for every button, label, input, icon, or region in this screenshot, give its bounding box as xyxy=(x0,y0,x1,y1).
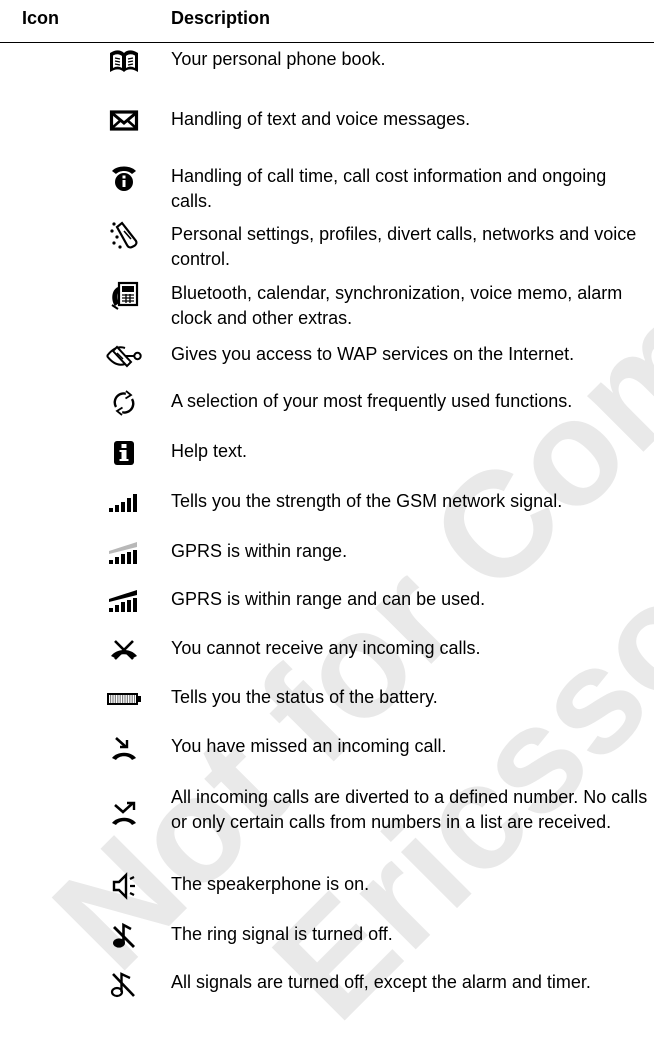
table-row: All signals are turned off, except the a… xyxy=(0,966,654,1026)
table-row: The ring signal is turned off. xyxy=(0,918,654,964)
extras-calendar-icon xyxy=(104,277,144,313)
row-description: Personal settings, profiles, divert call… xyxy=(171,224,637,269)
phonebook-icon xyxy=(104,43,144,79)
row-description: GPRS is within range and can be used. xyxy=(171,589,486,609)
divert-calls-icon xyxy=(104,795,144,831)
table-row: A selection of your most frequently used… xyxy=(0,385,654,431)
speakerphone-icon xyxy=(104,868,144,904)
row-description: Bluetooth, calendar, synchronization, vo… xyxy=(171,283,623,328)
row-description: Your personal phone book. xyxy=(171,49,386,69)
table-row: The speakerphone is on. xyxy=(0,868,654,914)
row-description: You have missed an incoming call. xyxy=(171,736,447,756)
messages-envelope-icon xyxy=(104,103,144,139)
row-description: Handling of call time, call cost informa… xyxy=(171,166,607,211)
gprs-usable-icon xyxy=(104,583,144,619)
row-description: GPRS is within range. xyxy=(171,541,348,561)
table-row: Handling of call time, call cost informa… xyxy=(0,160,654,216)
row-description: Tells you the status of the battery. xyxy=(171,687,438,707)
table-row: Your personal phone book. xyxy=(0,43,654,89)
table-row: You have missed an incoming call. xyxy=(0,730,654,776)
row-description: The speakerphone is on. xyxy=(171,874,370,894)
row-description: Gives you access to WAP services on the … xyxy=(171,344,575,364)
ring-off-icon xyxy=(104,918,144,954)
row-description: Handling of text and voice messages. xyxy=(171,109,471,129)
table-row: Tells you the status of the battery. xyxy=(0,681,654,727)
gprs-in-range-icon xyxy=(104,535,144,571)
wap-internet-icon xyxy=(104,338,144,374)
table-header: Icon Description xyxy=(0,0,654,43)
table-row: Personal settings, profiles, divert call… xyxy=(0,218,654,274)
battery-icon xyxy=(104,681,144,717)
header-description-label: Description xyxy=(171,8,271,28)
table-row: GPRS is within range. xyxy=(0,535,654,581)
settings-phone-icon xyxy=(104,218,144,254)
row-description: Help text. xyxy=(171,441,248,461)
row-description: All incoming calls are diverted to a def… xyxy=(171,787,648,832)
table-row: Bluetooth, calendar, synchronization, vo… xyxy=(0,277,654,333)
shortcuts-arrows-icon xyxy=(104,385,144,421)
row-description: A selection of your most frequently used… xyxy=(171,391,573,411)
table-row: Tells you the strength of the GSM networ… xyxy=(0,485,654,531)
row-description: The ring signal is turned off. xyxy=(171,924,393,944)
signal-strength-icon xyxy=(104,485,144,521)
row-description: You cannot receive any incoming calls. xyxy=(171,638,481,658)
call-info-phone-icon xyxy=(104,160,144,196)
table-row: Help text. xyxy=(0,435,654,481)
table-row: You cannot receive any incoming calls. xyxy=(0,632,654,678)
row-description: All signals are turned off, except the a… xyxy=(171,972,591,992)
table-row: Gives you access to WAP services on the … xyxy=(0,338,654,384)
missed-call-icon xyxy=(104,730,144,766)
table-row: Handling of text and voice messages. xyxy=(0,103,654,149)
no-incoming-calls-icon xyxy=(104,632,144,668)
header-icon-label: Icon xyxy=(22,8,60,28)
help-info-icon xyxy=(104,435,144,471)
row-description: Tells you the strength of the GSM networ… xyxy=(171,491,563,511)
table-row: GPRS is within range and can be used. xyxy=(0,583,654,629)
table-row: All incoming calls are diverted to a def… xyxy=(0,781,654,865)
all-signals-off-icon xyxy=(104,966,144,1002)
